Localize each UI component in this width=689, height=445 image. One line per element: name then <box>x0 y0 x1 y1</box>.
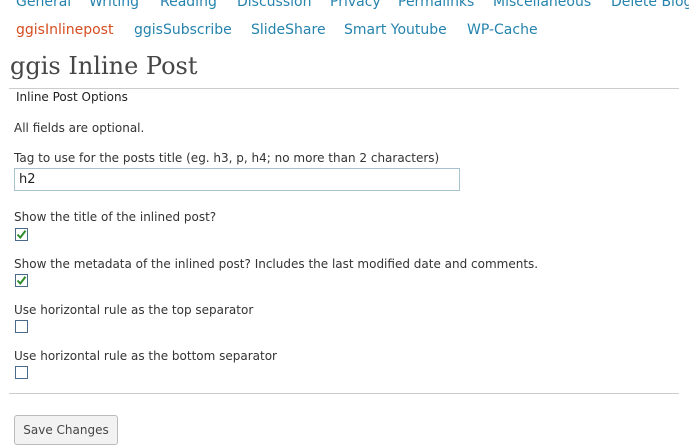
top-separator-checkbox[interactable] <box>15 320 28 333</box>
plugin-tabs: ggisInlinepost ggisSubscribe SlideShare … <box>0 22 689 42</box>
section-title: Inline Post Options <box>16 90 128 104</box>
option-label-bottom-separator: Use horizontal rule as the bottom separa… <box>14 349 277 363</box>
show-title-checkbox[interactable] <box>15 228 28 241</box>
title-divider <box>9 88 679 89</box>
bottom-separator-checkbox[interactable] <box>15 366 28 379</box>
tab-ggisinlinepost[interactable]: ggisInlinepost <box>16 22 113 38</box>
tab-slideshare[interactable]: SlideShare <box>251 22 326 38</box>
tab-writing[interactable]: Writing <box>89 0 139 10</box>
tab-ggissubscribe[interactable]: ggisSubscribe <box>134 22 232 38</box>
tab-permalinks[interactable]: Permalinks <box>398 0 474 10</box>
optional-note: All fields are optional. <box>14 121 145 135</box>
option-label-show-metadata: Show the metadata of the inlined post? I… <box>14 257 539 271</box>
tab-general[interactable]: General <box>16 0 71 10</box>
check-icon <box>16 230 27 240</box>
save-changes-button[interactable]: Save Changes <box>14 415 118 445</box>
option-label-show-title: Show the title of the inlined post? <box>14 210 217 224</box>
tab-discussion[interactable]: Discussion <box>237 0 311 10</box>
form-divider <box>9 393 679 394</box>
tab-miscellaneous[interactable]: Miscellaneous <box>493 0 591 10</box>
option-label-top-separator: Use horizontal rule as the top separator <box>14 303 254 317</box>
tab-smart-youtube[interactable]: Smart Youtube <box>344 22 447 38</box>
tab-delete-blog[interactable]: Delete Blog <box>611 0 689 10</box>
check-icon <box>16 276 27 286</box>
tab-wp-cache[interactable]: WP-Cache <box>467 22 538 38</box>
page-title: ggis Inline Post <box>10 52 198 80</box>
tab-reading[interactable]: Reading <box>160 0 217 10</box>
tag-input[interactable] <box>14 168 460 191</box>
tag-field-label: Tag to use for the posts title (eg. h3, … <box>14 151 440 165</box>
show-metadata-checkbox[interactable] <box>15 274 28 287</box>
tab-privacy[interactable]: Privacy <box>330 0 381 10</box>
settings-tabs: General Writing Reading Discussion Priva… <box>0 0 689 12</box>
